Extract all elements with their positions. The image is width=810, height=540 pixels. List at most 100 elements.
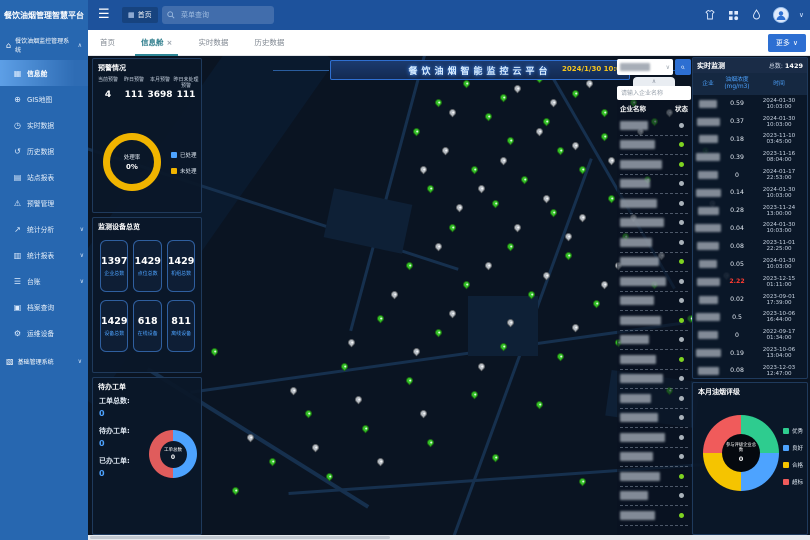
- company-list-item[interactable]: [620, 487, 688, 507]
- map-pin-online[interactable]: [209, 347, 219, 357]
- map-pin-online[interactable]: [361, 423, 371, 433]
- realtime-row[interactable]: 0 2024-01-17 22:53:00: [693, 166, 807, 184]
- sidebar-item-GIS地图[interactable]: ⊕ GIS地图: [0, 86, 88, 112]
- tab-历史数据[interactable]: 历史数据: [254, 30, 284, 56]
- map-pin-online[interactable]: [426, 184, 436, 194]
- map-pin-offline[interactable]: [448, 308, 458, 318]
- map-pin-offline[interactable]: [513, 222, 523, 232]
- map-pin-online[interactable]: [448, 222, 458, 232]
- map-pin-online[interactable]: [404, 261, 414, 271]
- realtime-row[interactable]: 0.08 2023-11-01 22:25:00: [693, 237, 807, 255]
- company-list-item[interactable]: [620, 253, 688, 273]
- sidebar-item-台账[interactable]: ☰ 台账 ∨: [0, 268, 88, 294]
- map-pin-offline[interactable]: [346, 337, 356, 347]
- map-pin-offline[interactable]: [563, 232, 573, 242]
- map-pin-offline[interactable]: [534, 126, 544, 136]
- map-pin-online[interactable]: [375, 313, 385, 323]
- map-pin-online[interactable]: [578, 476, 588, 486]
- map-pin-offline[interactable]: [310, 443, 320, 453]
- realtime-row[interactable]: 0.39 2023-11-16 08:04:00: [693, 148, 807, 166]
- map-pin-online[interactable]: [433, 98, 443, 108]
- map-pin-online[interactable]: [505, 241, 515, 251]
- map-pin-offline[interactable]: [354, 395, 364, 405]
- menu-toggle-icon[interactable]: ☰: [98, 8, 110, 21]
- chevron-down-icon[interactable]: ∨: [799, 11, 804, 19]
- map-pin-online[interactable]: [592, 299, 602, 309]
- map-pin-offline[interactable]: [541, 270, 551, 280]
- breadcrumb-home[interactable]: ▦ 首页: [122, 7, 158, 23]
- collapse-list-tab[interactable]: ∧: [633, 77, 675, 86]
- map-pin-offline[interactable]: [541, 193, 551, 203]
- company-list-item[interactable]: [620, 448, 688, 468]
- map-pin-online[interactable]: [433, 328, 443, 338]
- tab-首页[interactable]: 首页: [100, 30, 115, 56]
- map-pin-online[interactable]: [469, 165, 479, 175]
- avatar[interactable]: [773, 7, 789, 23]
- map-pin-offline[interactable]: [375, 457, 385, 467]
- realtime-row[interactable]: 0.08 2023-12-03 12:47:00: [693, 362, 807, 380]
- map-pin-offline[interactable]: [476, 184, 486, 194]
- sidebar-item-预警管理[interactable]: ⚠ 预警管理: [0, 190, 88, 216]
- map-pin-online[interactable]: [411, 126, 421, 136]
- horizontal-scrollbar[interactable]: [88, 535, 810, 540]
- more-button[interactable]: 更多 ∨: [768, 34, 806, 52]
- company-search-button[interactable]: [675, 59, 691, 75]
- realtime-row[interactable]: 0.02 2023-09-01 17:39:00: [693, 291, 807, 309]
- map-pin-offline[interactable]: [599, 280, 609, 290]
- company-list-item[interactable]: [620, 175, 688, 195]
- map-pin-offline[interactable]: [606, 155, 616, 165]
- map-pin-online[interactable]: [491, 452, 501, 462]
- company-list-item[interactable]: [620, 428, 688, 448]
- realtime-row[interactable]: 2.22 2023-12-15 01:11:00: [693, 273, 807, 291]
- company-list-item[interactable]: [620, 350, 688, 370]
- map-pin-offline[interactable]: [513, 83, 523, 93]
- sidebar-item-统计分析[interactable]: ↗ 统计分析 ∨: [0, 216, 88, 242]
- map-pin-offline[interactable]: [433, 241, 443, 251]
- map-pin-offline[interactable]: [570, 323, 580, 333]
- map-pin-offline[interactable]: [411, 347, 421, 357]
- map-pin-online[interactable]: [599, 107, 609, 117]
- sidebar-item-站点报表[interactable]: ▤ 站点报表: [0, 164, 88, 190]
- realtime-row[interactable]: 0.19 2023-10-06 13:04:00: [693, 344, 807, 362]
- map-pin-offline[interactable]: [578, 213, 588, 223]
- map-pin-online[interactable]: [339, 361, 349, 371]
- map-pin-online[interactable]: [469, 390, 479, 400]
- map-pin-online[interactable]: [484, 112, 494, 122]
- map-pin-online[interactable]: [491, 198, 501, 208]
- tab-实时数据[interactable]: 实时数据: [198, 30, 228, 56]
- realtime-row[interactable]: 0.14 2024-01-30 10:03:00: [693, 184, 807, 202]
- map-pin-offline[interactable]: [455, 203, 465, 213]
- sidebar-section-base[interactable]: ▧ 基础管理系统 ∨: [0, 346, 88, 376]
- map-pin-online[interactable]: [541, 117, 551, 127]
- realtime-row[interactable]: 0.5 2023-10-06 16:44:00: [693, 309, 807, 327]
- close-icon[interactable]: ×: [167, 39, 173, 47]
- map-pin-offline[interactable]: [549, 98, 559, 108]
- map-pin-online[interactable]: [462, 280, 472, 290]
- company-list-item[interactable]: [620, 389, 688, 409]
- company-list-item[interactable]: [620, 233, 688, 253]
- map-pin-online[interactable]: [520, 174, 530, 184]
- scrollbar-thumb[interactable]: [90, 536, 390, 539]
- map-pin-offline[interactable]: [440, 146, 450, 156]
- company-list-item[interactable]: [620, 370, 688, 390]
- realtime-row[interactable]: 0.04 2024-01-30 10:03:00: [693, 220, 807, 238]
- map-pin-online[interactable]: [599, 131, 609, 141]
- company-list-item[interactable]: [620, 467, 688, 487]
- company-list-item[interactable]: [620, 136, 688, 156]
- sidebar-item-实时数据[interactable]: ◷ 实时数据: [0, 112, 88, 138]
- company-type-select[interactable]: ∨: [617, 59, 673, 75]
- map-pin-online[interactable]: [231, 486, 241, 496]
- sidebar-item-历史数据[interactable]: ↺ 历史数据: [0, 138, 88, 164]
- tab-信息舱[interactable]: 信息舱 ×: [141, 30, 172, 56]
- company-list-item[interactable]: [620, 214, 688, 234]
- realtime-row[interactable]: 0.28 2023-11-24 13:00:00: [693, 202, 807, 220]
- sidebar-item-统计报表[interactable]: ▥ 统计报表 ∨: [0, 242, 88, 268]
- sidebar-section-monitoring[interactable]: ⌂ 餐饮油烟监控管理系统 ∧: [0, 30, 88, 60]
- sidebar-item-运维设备[interactable]: ⚙ 运维设备: [0, 320, 88, 346]
- map-pin-offline[interactable]: [570, 141, 580, 151]
- company-list-item[interactable]: [620, 506, 688, 526]
- map-pin-offline[interactable]: [245, 433, 255, 443]
- map-pin-online[interactable]: [325, 471, 335, 481]
- map-pin-offline[interactable]: [419, 409, 429, 419]
- map-pin-online[interactable]: [404, 375, 414, 385]
